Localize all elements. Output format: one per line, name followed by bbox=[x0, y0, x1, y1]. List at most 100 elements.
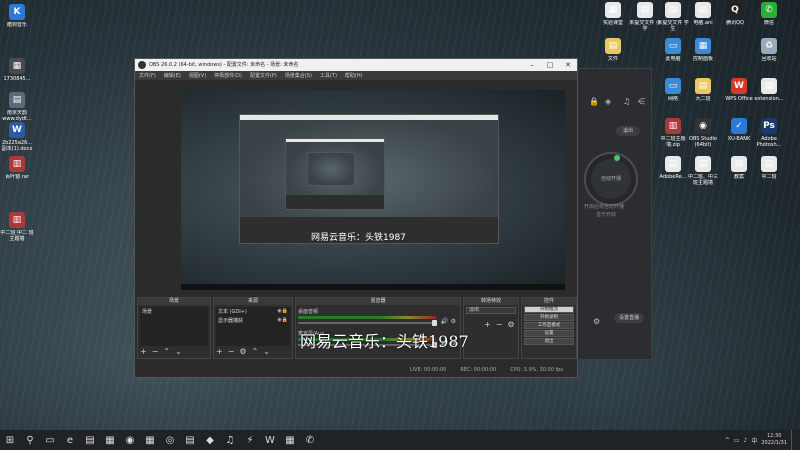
desktop-icon[interactable]: ▤ extension... bbox=[752, 78, 786, 102]
desktop-icon-label: 教案 bbox=[733, 174, 744, 180]
menu-view[interactable]: 视图(V) bbox=[189, 72, 206, 79]
volume-slider-knob[interactable] bbox=[432, 320, 437, 326]
audio-meter bbox=[298, 316, 436, 319]
live-settings-button[interactable]: 设置直播 bbox=[614, 313, 644, 323]
taskbar-app-icon[interactable]: e bbox=[60, 430, 80, 450]
menu-edit[interactable]: 编辑(E) bbox=[164, 72, 181, 79]
auto-live-circle-button[interactable]: 自动开播 bbox=[584, 152, 638, 206]
desktop-icon[interactable]: ✓ XU-BANK bbox=[722, 118, 756, 142]
settings-icon[interactable]: ⚙ bbox=[593, 317, 600, 326]
start-streaming-button[interactable]: 开始推流 bbox=[524, 306, 574, 313]
source-item[interactable]: 文本 (GDI+) ◉🔒 bbox=[216, 307, 290, 316]
menu-tools[interactable]: 工具(T) bbox=[320, 72, 337, 79]
clock[interactable]: 12:30 2022/1/31 bbox=[761, 433, 787, 447]
menu-scene-collection[interactable]: 场景集合(S) bbox=[285, 72, 312, 79]
taskbar-app-icon[interactable]: ⚲ bbox=[20, 430, 40, 450]
add-icon[interactable]: + bbox=[140, 347, 147, 357]
taskbar-app-icon[interactable]: ◉ bbox=[120, 430, 140, 450]
desktop-icon[interactable]: ▥ 百叶窗.rar bbox=[0, 156, 34, 180]
desktop-icon[interactable]: ▦ 1730845... bbox=[0, 58, 34, 82]
desktop-icon[interactable]: ▦ 控制面板 bbox=[686, 38, 720, 62]
desktop-icon[interactable]: ▤ AdobeRe... bbox=[656, 156, 690, 180]
menu-help[interactable]: 帮助(H) bbox=[345, 72, 363, 79]
taskbar-app-icon[interactable]: ✆ bbox=[300, 430, 320, 450]
maximize-button[interactable]: □ bbox=[541, 59, 559, 71]
desktop-icon[interactable]: ▤ 电脑.ani bbox=[686, 2, 720, 26]
preview-lyric-text: 网易云音乐：头铁1987 bbox=[311, 233, 406, 243]
start-recording-button[interactable]: 开始录制 bbox=[524, 314, 574, 321]
desktop-icon-glyph: ◉ bbox=[695, 118, 711, 134]
menu-profile[interactable]: 配置文件(P) bbox=[250, 72, 277, 79]
desktop-icon[interactable]: ▤ 教案 bbox=[722, 156, 756, 180]
studio-mode-button[interactable]: 工作室模式 bbox=[524, 322, 574, 329]
source-item[interactable]: 显示器捕获 ◉🔒 bbox=[216, 316, 290, 325]
remove-icon[interactable]: − bbox=[152, 347, 159, 357]
desktop-icon[interactable]: K 酷狗音乐 bbox=[0, 4, 34, 28]
tray-expand-icon[interactable]: ^ bbox=[725, 437, 730, 444]
move-down-icon[interactable]: ⌄ bbox=[263, 347, 270, 357]
taskbar-app-icon[interactable]: ▤ bbox=[80, 430, 100, 450]
gear-icon[interactable]: ⚙ bbox=[239, 347, 246, 357]
window-title: OBS 26.0.2 (64-bit, windows) - 配置文件: 未命名… bbox=[149, 62, 299, 68]
close-button[interactable]: ✕ bbox=[559, 59, 577, 71]
obs-titlebar[interactable]: OBS 26.0.2 (64-bit, windows) - 配置文件: 未命名… bbox=[135, 59, 577, 71]
taskbar-app-icon[interactable]: ▤ bbox=[180, 430, 200, 450]
taskbar-app-icon[interactable]: W bbox=[260, 430, 280, 450]
desktop-icon[interactable]: ✆ 微信 bbox=[752, 2, 786, 26]
exit-button[interactable]: 退出 bbox=[524, 338, 574, 345]
remove-icon[interactable]: − bbox=[496, 320, 503, 329]
obs-preview-canvas[interactable]: 网易云音乐：头铁1987 bbox=[181, 90, 565, 290]
taskbar-app-icon[interactable]: ♫ bbox=[220, 430, 240, 450]
shirt-icon[interactable]: ◈ bbox=[605, 97, 611, 106]
taskbar-app-icon[interactable]: ▦ bbox=[100, 430, 120, 450]
taskbar-app-icon[interactable]: ◎ bbox=[160, 430, 180, 450]
desktop-icon[interactable]: ▤ 大二班 bbox=[686, 78, 720, 102]
desktop-icon[interactable]: ◉ OBS Studio (64bit) bbox=[686, 118, 720, 148]
volume-icon[interactable]: ♪ bbox=[744, 437, 748, 444]
add-icon[interactable]: + bbox=[484, 320, 491, 329]
share-icon[interactable]: ⋲ bbox=[637, 97, 645, 106]
menu-docks[interactable]: 停靠部件(D) bbox=[214, 72, 242, 79]
taskbar-app-icon[interactable]: ▭ bbox=[40, 430, 60, 450]
menu-file[interactable]: 文件(F) bbox=[139, 72, 156, 79]
add-icon[interactable]: + bbox=[216, 347, 223, 357]
desktop-icon[interactable]: ▤ 文件 bbox=[596, 38, 630, 62]
logout-button[interactable]: 退出 bbox=[616, 126, 640, 136]
desktop-icon[interactable]: ▭ 此电脑 bbox=[656, 38, 690, 62]
input-method-icon[interactable]: 中 bbox=[751, 436, 757, 445]
start-button[interactable]: ⊞ bbox=[0, 430, 20, 450]
network-icon[interactable]: ▭ bbox=[734, 437, 740, 444]
desktop-icon[interactable]: ▤ 中二班、中三 班主题墙 bbox=[686, 156, 720, 186]
show-desktop-button[interactable] bbox=[791, 430, 794, 450]
minimize-button[interactable]: – bbox=[523, 59, 541, 71]
volume-slider[interactable] bbox=[298, 322, 436, 324]
remove-icon[interactable]: − bbox=[228, 347, 235, 357]
scene-item[interactable]: 场景 bbox=[140, 307, 208, 316]
bell-icon[interactable]: ♫ bbox=[623, 97, 630, 106]
desktop-icon[interactable]: ▥ 中二班 中二 班主题墙 bbox=[0, 212, 34, 242]
desktop-icon[interactable]: W 2b225a26... 副本(1).docx bbox=[0, 122, 34, 152]
desktop-icon[interactable]: W WPS Office bbox=[722, 78, 756, 102]
taskbar-app-icon[interactable]: ▦ bbox=[140, 430, 160, 450]
transition-select[interactable]: 淡出 bbox=[466, 307, 516, 314]
taskbar-app-icon[interactable]: ◆ bbox=[200, 430, 220, 450]
desktop-icon[interactable]: ▭ 网络 bbox=[656, 78, 690, 102]
desktop-icon[interactable]: ▤ 未提交文件 学生 bbox=[656, 2, 690, 32]
taskbar-app-icon[interactable]: ▦ bbox=[280, 430, 300, 450]
desktop-icon[interactable]: ▤ 南京天韵 www.dydt... bbox=[0, 92, 34, 122]
settings-button[interactable]: 设置 bbox=[524, 330, 574, 337]
desktop-icon[interactable]: ▦ 实验课堂 bbox=[596, 2, 630, 26]
desktop-icon[interactable]: ▥ 中二班主题墙.zip bbox=[656, 118, 690, 148]
taskbar-app-icon[interactable]: ⚡ bbox=[240, 430, 260, 450]
move-up-icon[interactable]: ⌃ bbox=[252, 347, 259, 357]
lock-icon[interactable]: 🔒 bbox=[589, 97, 599, 106]
desktop-icon[interactable]: ♻ 回收站 bbox=[752, 38, 786, 62]
move-up-icon[interactable]: ⌃ bbox=[163, 347, 170, 357]
desktop-icon[interactable]: Ps Adobe Photosh... bbox=[752, 118, 786, 148]
desktop-icon[interactable]: ▤ 中二班 bbox=[752, 156, 786, 180]
gear-icon[interactable]: ⚙ bbox=[507, 320, 514, 329]
speaker-icon[interactable]: 🔊 bbox=[441, 318, 448, 325]
desktop-icon[interactable]: Q 腾讯QQ bbox=[718, 2, 752, 26]
move-down-icon[interactable]: ⌄ bbox=[175, 347, 182, 357]
gear-icon[interactable]: ⚙ bbox=[451, 318, 456, 325]
